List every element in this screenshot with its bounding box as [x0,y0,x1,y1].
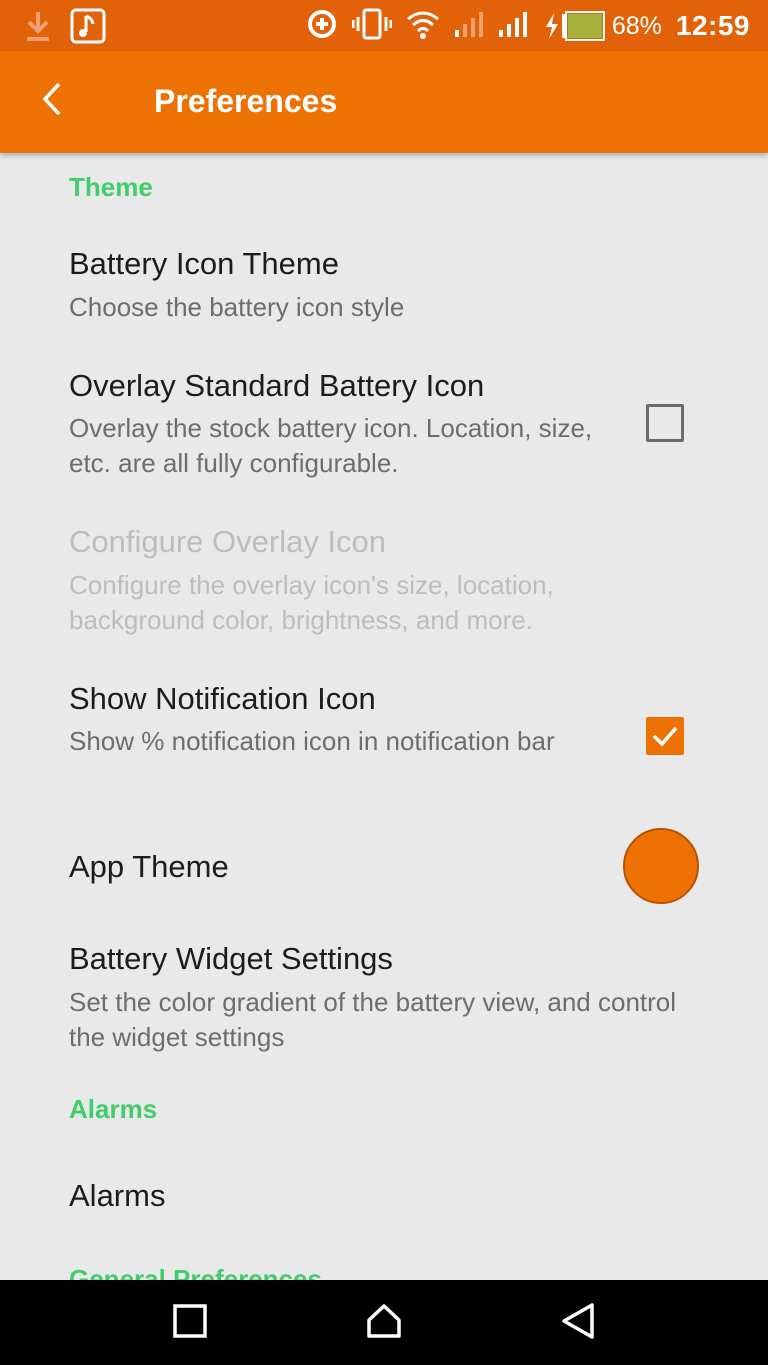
pref-title: Alarms [69,1178,166,1213]
signal-icon [498,10,528,43]
vibrate-icon [351,8,393,45]
pref-summary: Overlay the stock battery icon. Location… [69,413,593,478]
home-icon [366,1303,402,1344]
pref-title: Battery Widget Settings [69,941,393,976]
section-header-alarms: Alarms [69,1094,158,1124]
app-bar: Preferences [0,51,768,153]
overlay-checkbox[interactable] [646,404,684,442]
notification-checkbox[interactable] [646,717,684,755]
theme-color-swatch[interactable] [623,828,699,904]
data-saver-icon [306,8,338,45]
battery-charging-icon: 68% [542,11,662,41]
section-header-theme: Theme [69,172,153,202]
back-button[interactable] [28,77,76,125]
nav-bar [0,1280,768,1365]
wifi-icon [406,9,440,44]
pref-summary: Choose the battery icon style [69,292,405,322]
pref-title: Configure Overlay Icon [69,524,387,559]
pref-title: Show Notification Icon [69,681,376,716]
signal-weak-icon [454,10,484,43]
recents-button[interactable] [165,1298,215,1348]
download-icon [24,9,52,48]
home-button[interactable] [359,1298,409,1348]
music-note-icon [70,8,106,49]
pref-title: Overlay Standard Battery Icon [69,368,485,403]
pref-summary: Configure the overlay icon's size, locat… [69,570,554,635]
preferences-list[interactable]: Theme Battery Icon Theme Choose the batt… [0,153,768,1280]
page-title: Preferences [154,83,338,119]
section-header-general: General Preferences [69,1264,322,1280]
battery-percent: 68% [611,11,662,40]
recents-square-icon [173,1303,207,1343]
back-nav-button[interactable] [553,1298,603,1348]
pref-title: Battery Icon Theme [69,246,339,281]
back-triangle-icon [560,1302,596,1345]
pref-summary: Show % notification icon in notification… [69,726,555,756]
status-bar-right: 68% 12:59 [306,6,750,46]
pref-summary: Set the color gradient of the battery vi… [69,987,677,1052]
pref-title: App Theme [69,849,229,884]
status-bar: 68% 12:59 [0,0,768,51]
status-bar-left [24,8,106,49]
clock: 12:59 [675,10,750,41]
chevron-left-icon [40,81,64,122]
